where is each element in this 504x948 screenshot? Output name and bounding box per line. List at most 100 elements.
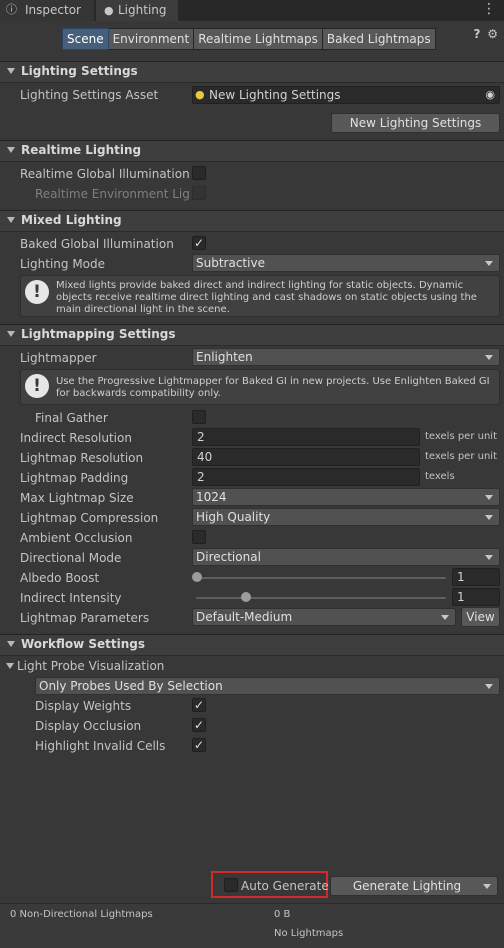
indirect-intensity-field[interactable]: 1 — [452, 588, 500, 606]
indirect-intensity-label: Indirect Intensity — [20, 591, 122, 605]
lightmap-compression-label: Lightmap Compression — [20, 511, 159, 525]
view-parameters-button[interactable]: View — [461, 607, 500, 627]
tab-bar: ⓘ Inspector ● Lighting ⋮ — [0, 0, 504, 21]
tab-inspector-label: Inspector — [25, 3, 81, 17]
generate-lighting-label: Generate Lighting — [352, 879, 462, 893]
lightmapper-dropdown[interactable]: Enlighten — [192, 348, 500, 366]
lightmap-size: 0 B — [274, 909, 291, 920]
final-gather-checkbox[interactable] — [192, 410, 206, 424]
realtime-env-lighting-checkbox — [192, 186, 206, 200]
tab-lighting[interactable]: ● Lighting — [96, 0, 178, 21]
chevron-down-icon — [485, 261, 493, 266]
realtime-gi-checkbox[interactable] — [192, 166, 206, 180]
ambient-occlusion-checkbox[interactable] — [192, 530, 206, 544]
albedo-boost-label: Albedo Boost — [20, 571, 100, 585]
probe-visualization-value: Only Probes Used By Selection — [39, 679, 223, 693]
foldout-arrow-icon — [7, 217, 15, 223]
foldout-arrow-icon — [7, 641, 15, 647]
section-title: Realtime Lighting — [21, 143, 142, 157]
object-picker-icon[interactable]: ◉ — [485, 87, 495, 103]
albedo-boost-field[interactable]: 1 — [452, 568, 500, 586]
display-weights-checkbox[interactable]: ✓ — [192, 698, 206, 712]
help-text: Mixed lights provide baked direct and in… — [56, 280, 477, 315]
albedo-boost-slider[interactable] — [196, 577, 446, 579]
settings-asset-icon: ● — [195, 88, 205, 101]
tab-environment[interactable]: Environment — [108, 28, 195, 50]
realtime-gi-label: Realtime Global Illumination — [20, 167, 190, 181]
lighting-settings-asset-field[interactable]: ● New Lighting Settings ◉ — [192, 86, 500, 104]
indirect-intensity-slider-handle[interactable] — [241, 592, 251, 602]
section-title: Lightmapping Settings — [21, 327, 176, 341]
lightmap-resolution-unit: texels per unit — [425, 451, 497, 462]
chevron-down-icon — [441, 615, 449, 620]
lightmap-parameters-label: Lightmap Parameters — [20, 611, 150, 625]
chevron-down-icon[interactable] — [483, 884, 491, 889]
foldout-arrow-icon — [7, 147, 15, 153]
foldout-arrow-icon — [7, 68, 15, 74]
foldout-arrow-icon — [7, 331, 15, 337]
gear-icon[interactable]: ⚙ — [487, 27, 498, 41]
auto-generate-checkbox[interactable] — [224, 878, 238, 892]
section-lighting-settings[interactable]: Lighting Settings — [0, 61, 504, 83]
lightmap-compression-value: High Quality — [196, 510, 271, 524]
display-occlusion-checkbox[interactable]: ✓ — [192, 718, 206, 732]
lightmapper-label: Lightmapper — [20, 351, 97, 365]
lighting-mode-dropdown[interactable]: Subtractive — [192, 254, 500, 272]
section-title: Workflow Settings — [21, 637, 145, 651]
baked-gi-checkbox[interactable]: ✓ — [192, 236, 206, 250]
display-weights-label: Display Weights — [35, 699, 132, 713]
section-mixed-lighting[interactable]: Mixed Lighting — [0, 210, 504, 232]
asset-value: New Lighting Settings — [209, 88, 341, 102]
lightmap-stats-panel: 0 Non-Directional Lightmaps 0 B No Light… — [0, 903, 504, 948]
section-lightmapping-settings[interactable]: Lightmapping Settings — [0, 324, 504, 346]
tab-lighting-label: Lighting — [118, 3, 167, 17]
max-lightmap-size-dropdown[interactable]: 1024 — [192, 488, 500, 506]
lightmap-parameters-dropdown[interactable]: Default-Medium — [192, 608, 456, 626]
lighting-mode-label: Lighting Mode — [20, 257, 106, 271]
tab-inspector[interactable]: ⓘ Inspector — [0, 0, 94, 21]
highlight-invalid-cells-label: Highlight Invalid Cells — [35, 739, 166, 753]
lightmap-compression-dropdown[interactable]: High Quality — [192, 508, 500, 526]
baked-gi-label: Baked Global Illumination — [20, 237, 174, 251]
light-probe-visualization-label: Light Probe Visualization — [17, 659, 165, 673]
more-options-icon[interactable]: ⋮ — [482, 2, 496, 16]
help-icon[interactable]: ? — [473, 27, 480, 41]
lightmap-padding-unit: texels — [425, 471, 455, 482]
tab-scene[interactable]: Scene — [62, 28, 109, 50]
lightmap-padding-field[interactable]: 2 — [192, 468, 420, 486]
lighting-mode-value: Subtractive — [196, 256, 265, 270]
ambient-occlusion-label: Ambient Occlusion — [20, 531, 133, 545]
directional-mode-dropdown[interactable]: Directional — [192, 548, 500, 566]
inspector-icon: ⓘ — [6, 3, 17, 16]
final-gather-label: Final Gather — [35, 411, 108, 425]
probe-visualization-dropdown[interactable]: Only Probes Used By Selection — [35, 677, 500, 695]
lightmap-padding-label: Lightmap Padding — [20, 471, 129, 485]
header-icons: ? ⚙ — [473, 27, 498, 41]
lightmap-resolution-field[interactable]: 40 — [192, 448, 420, 466]
tab-baked-lightmaps[interactable]: Baked Lightmaps — [322, 28, 436, 50]
lightmapper-value: Enlighten — [196, 350, 253, 364]
albedo-boost-slider-handle[interactable] — [192, 572, 202, 582]
chevron-down-icon — [485, 515, 493, 520]
tab-realtime-lightmaps[interactable]: Realtime Lightmaps — [194, 28, 323, 50]
section-realtime-lighting[interactable]: Realtime Lighting — [0, 140, 504, 162]
foldout-arrow-icon — [6, 663, 14, 669]
indirect-resolution-field[interactable]: 2 — [192, 428, 420, 446]
lightbulb-icon: ● — [104, 4, 114, 17]
light-probe-visualization-foldout[interactable]: Light Probe Visualization — [6, 659, 164, 673]
highlight-invalid-cells-checkbox[interactable]: ✓ — [192, 738, 206, 752]
new-lighting-settings-button[interactable]: New Lighting Settings — [331, 113, 500, 133]
chevron-down-icon — [485, 684, 493, 689]
generate-lighting-button[interactable]: Generate Lighting — [330, 876, 498, 896]
chevron-down-icon — [485, 555, 493, 560]
no-lightmaps-label: No Lightmaps — [274, 928, 344, 939]
lighting-view-toolbar: Scene Environment Realtime Lightmaps Bak… — [62, 28, 436, 50]
display-occlusion-label: Display Occlusion — [35, 719, 142, 733]
indirect-intensity-slider[interactable] — [196, 597, 446, 599]
lighting-settings-asset-label: Lighting Settings Asset — [20, 88, 159, 102]
section-title: Mixed Lighting — [21, 213, 122, 227]
section-workflow-settings[interactable]: Workflow Settings — [0, 634, 504, 656]
realtime-env-lighting-label: Realtime Environment Lighti — [35, 187, 190, 201]
info-icon: ! — [25, 374, 49, 398]
lightmapper-help-box: ! Use the Progressive Lightmapper for Ba… — [20, 369, 500, 405]
